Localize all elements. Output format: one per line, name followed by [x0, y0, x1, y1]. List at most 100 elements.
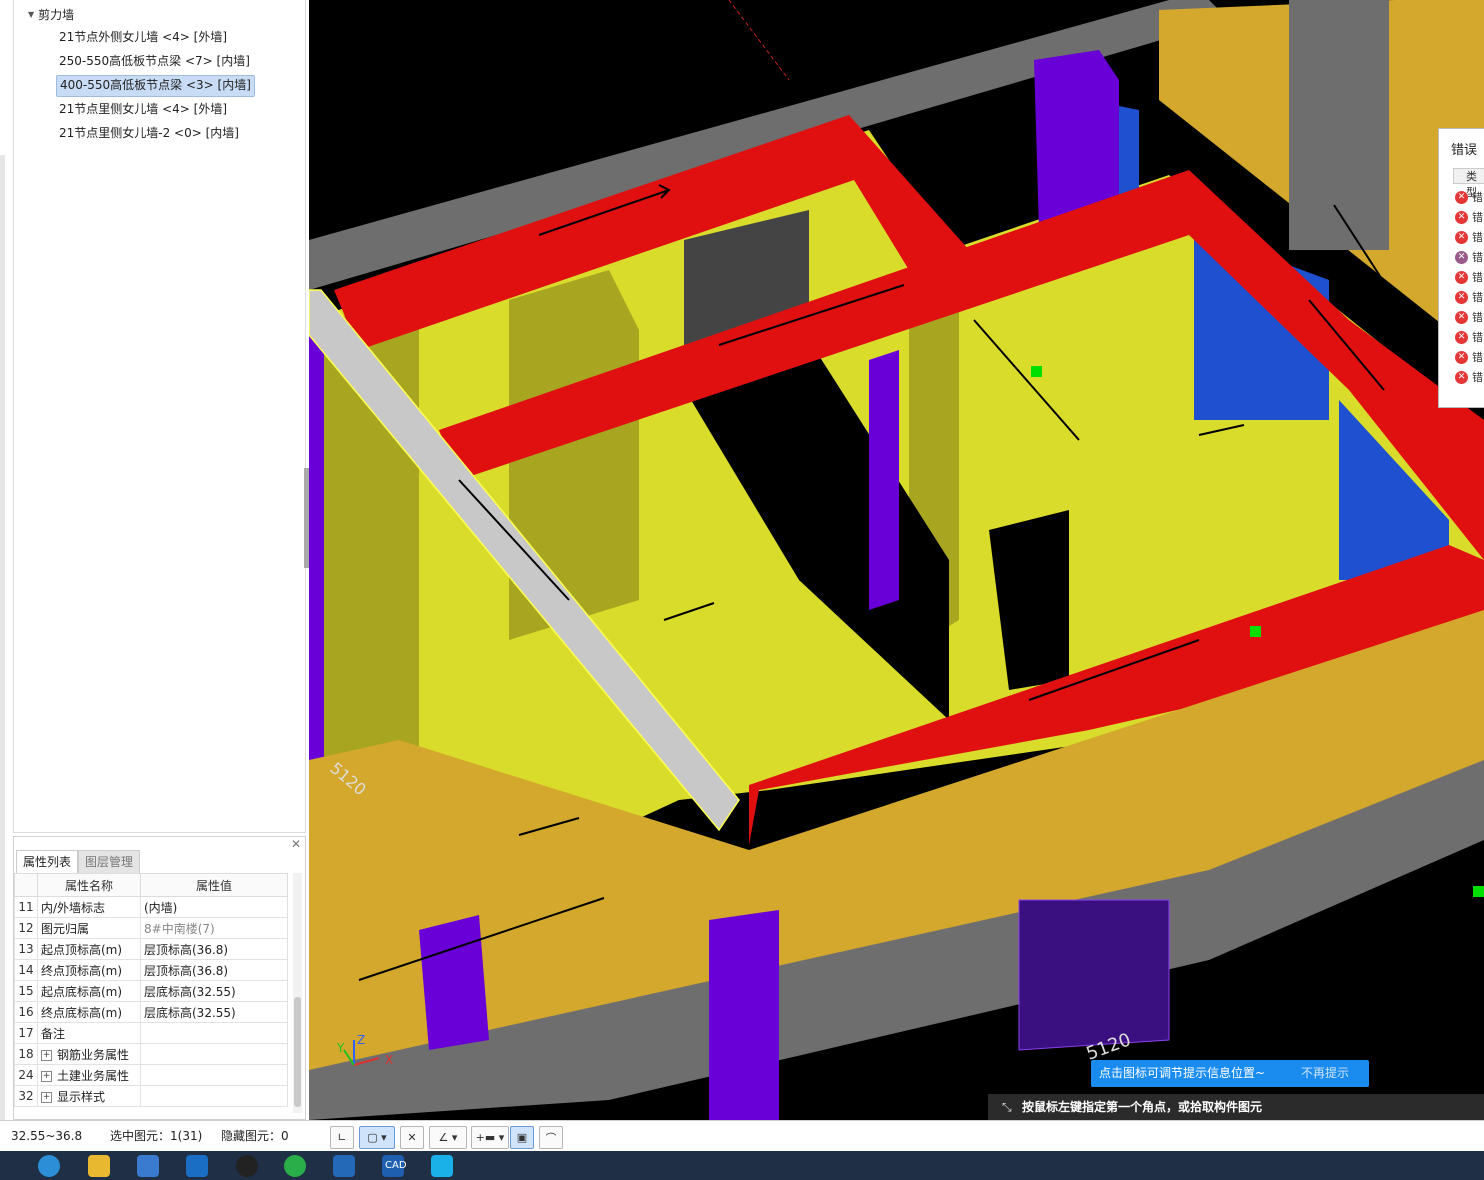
tree-item[interactable]: 21节点里侧女儿墙 <4> [外墙] [56, 99, 230, 119]
model-canvas[interactable]: 5120 5120 Z X Y [309, 0, 1484, 1120]
cad-app-icon[interactable]: CAD [382, 1155, 407, 1177]
qq-icon[interactable] [236, 1155, 258, 1177]
tree-root-label: 剪力墙 [38, 7, 75, 22]
cursor-icon: ⤡ [1002, 1100, 1012, 1114]
row-number: 18 [14, 1043, 38, 1065]
ortho-button[interactable]: ∟ [330, 1126, 354, 1149]
store-icon[interactable] [137, 1155, 159, 1177]
property-row[interactable]: 24 + 土建业务属性 [14, 1064, 288, 1086]
error-panel[interactable]: 错误 类型 ✕ 错 ✕ 错 ✕ 错 ✕ 错 ✕ 错 ✕ 错 ✕ 错 ✕ 错 ✕ 错 ✕ 错 [1438, 128, 1484, 408]
dimension-icon: +▬ ▾ [475, 1131, 505, 1144]
grip-marker[interactable] [1031, 366, 1042, 377]
tree-item-selected[interactable]: 400-550高低板节点梁 <3> [内墙] [56, 75, 255, 97]
error-row[interactable]: ✕ 错 [1455, 228, 1484, 246]
grip-marker[interactable] [1473, 886, 1484, 897]
document-app-icon[interactable] [333, 1155, 355, 1177]
display-button[interactable]: ▣ [510, 1126, 534, 1149]
property-name: + 显示样式 [37, 1085, 141, 1107]
property-value[interactable]: 层顶标高(36.8) [140, 938, 288, 960]
tab-layer-manage[interactable]: 图层管理 [78, 850, 141, 873]
property-panel: ✕ 属性列表 图层管理 属性名称 属性值 11 内/外墙标志 (内墙) 12 图元归属 8… [13, 836, 306, 1120]
tree-item[interactable]: 21节点里侧女儿墙-2 <0> [内墙] [56, 123, 242, 143]
property-scrollbar[interactable] [293, 873, 302, 1113]
property-value[interactable]: (内墙) [140, 896, 288, 918]
tree-item[interactable]: 21节点外侧女儿墙 <4> [外墙] [56, 27, 230, 47]
component-tree[interactable]: ▼ 剪力墙 21节点外侧女儿墙 <4> [外墙] 250-550高低板节点梁 <… [13, 0, 306, 833]
snap-icon: ▢ ▾ [367, 1131, 387, 1144]
property-value[interactable]: 8#中南楼(7) [140, 917, 288, 939]
tip-dismiss-link[interactable]: 不再提示 [1301, 1060, 1349, 1087]
property-row[interactable]: 11 内/外墙标志 (内墙) [14, 896, 288, 918]
error-row[interactable]: ✕ 错 [1455, 368, 1484, 386]
property-name-text: 起点底标高(m) [41, 984, 123, 999]
property-row[interactable]: 18 + 钢筋业务属性 [14, 1043, 288, 1065]
wechat-icon[interactable] [284, 1155, 306, 1177]
axis-y-label: Y [336, 1041, 345, 1055]
header-name: 属性名称 [37, 873, 141, 897]
error-row[interactable]: ✕ 错 [1455, 248, 1484, 266]
property-row[interactable]: 13 起点顶标高(m) 层顶标高(36.8) [14, 938, 288, 960]
left-panel: ▼ 剪力墙 21节点外侧女儿墙 <4> [外墙] 250-550高低板节点梁 <… [0, 0, 310, 1120]
tab-property-list[interactable]: 属性列表 [16, 850, 79, 873]
error-row[interactable]: ✕ 错 [1455, 328, 1484, 346]
error-label: 错 [1472, 191, 1483, 204]
row-number: 15 [14, 980, 38, 1002]
collapse-arrow-icon[interactable]: ▼ [28, 10, 34, 19]
property-name: 内/外墙标志 [37, 896, 141, 918]
row-number: 11 [14, 896, 38, 918]
property-row[interactable]: 15 起点底标高(m) 层底标高(32.55) [14, 980, 288, 1002]
close-icon[interactable]: ✕ [291, 837, 301, 851]
property-name: 起点底标高(m) [37, 980, 141, 1002]
tip-bubble[interactable]: 点击图标可调节提示信息位置~ 不再提示 [1091, 1060, 1369, 1087]
selected-count: 选中图元：1(31) [110, 1129, 203, 1143]
curve-button[interactable]: ⌒ [539, 1126, 563, 1149]
panel-edge [0, 155, 5, 1120]
property-value[interactable] [140, 1022, 288, 1044]
property-row[interactable]: 12 图元归属 8#中南楼(7) [14, 917, 288, 939]
property-value[interactable]: 层底标高(32.55) [140, 980, 288, 1002]
property-value[interactable] [140, 1085, 288, 1107]
error-icon: ✕ [1455, 270, 1468, 284]
scroll-thumb[interactable] [294, 997, 301, 1107]
error-row[interactable]: ✕ 错 [1455, 288, 1484, 306]
tree-item-label: 250-550高低板节点梁 <7> [内墙] [59, 54, 250, 68]
expand-icon[interactable]: + [41, 1070, 52, 1082]
expand-icon[interactable]: + [41, 1091, 52, 1103]
property-row[interactable]: 32 + 显示样式 [14, 1085, 288, 1107]
tree-item[interactable]: 250-550高低板节点梁 <7> [内墙] [56, 51, 253, 71]
property-value[interactable] [140, 1043, 288, 1065]
error-row[interactable]: ✕ 错 [1455, 188, 1484, 206]
file-explorer-icon[interactable] [88, 1155, 110, 1177]
grip-marker[interactable] [1250, 626, 1261, 637]
property-row[interactable]: 17 备注 [14, 1022, 288, 1044]
dimension-button[interactable]: +▬ ▾ [471, 1126, 509, 1149]
property-name-text: 起点顶标高(m) [41, 942, 123, 957]
property-name-text: 图元归属 [41, 921, 90, 936]
expand-icon[interactable]: + [41, 1049, 52, 1061]
axis-z-label: Z [357, 1033, 365, 1047]
tree-item-label: 21节点里侧女儿墙 <4> [外墙] [59, 102, 228, 116]
elevation-range: 32.55~36.8 [11, 1129, 83, 1143]
property-value[interactable] [140, 1064, 288, 1086]
display-icon: ▣ [516, 1131, 528, 1144]
property-row[interactable]: 14 终点顶标高(m) 层顶标高(36.8) [14, 959, 288, 981]
property-row[interactable]: 16 终点底标高(m) 层底标高(32.55) [14, 1001, 288, 1023]
error-label: 错 [1472, 351, 1483, 364]
mail-icon[interactable] [186, 1155, 208, 1177]
t-app-icon[interactable] [431, 1155, 453, 1177]
property-value[interactable]: 层顶标高(36.8) [140, 959, 288, 981]
property-value[interactable]: 层底标高(32.55) [140, 1001, 288, 1023]
3d-viewport[interactable]: 5120 5120 Z X Y [309, 0, 1484, 1120]
cross-button[interactable]: ✕ [400, 1126, 424, 1149]
error-row[interactable]: ✕ 错 [1455, 268, 1484, 286]
error-row[interactable]: ✕ 错 [1455, 308, 1484, 326]
edge-browser-icon[interactable] [38, 1155, 60, 1177]
error-icon: ✕ [1455, 310, 1468, 324]
property-name: 备注 [37, 1022, 141, 1044]
snap-button[interactable]: ▢ ▾ [359, 1126, 395, 1149]
error-row[interactable]: ✕ 错 [1455, 208, 1484, 226]
error-row[interactable]: ✕ 错 [1455, 348, 1484, 366]
property-name: 终点底标高(m) [37, 1001, 141, 1023]
angle-button[interactable]: ∠ ▾ [429, 1126, 467, 1149]
tree-root[interactable]: ▼ 剪力墙 [28, 6, 74, 22]
